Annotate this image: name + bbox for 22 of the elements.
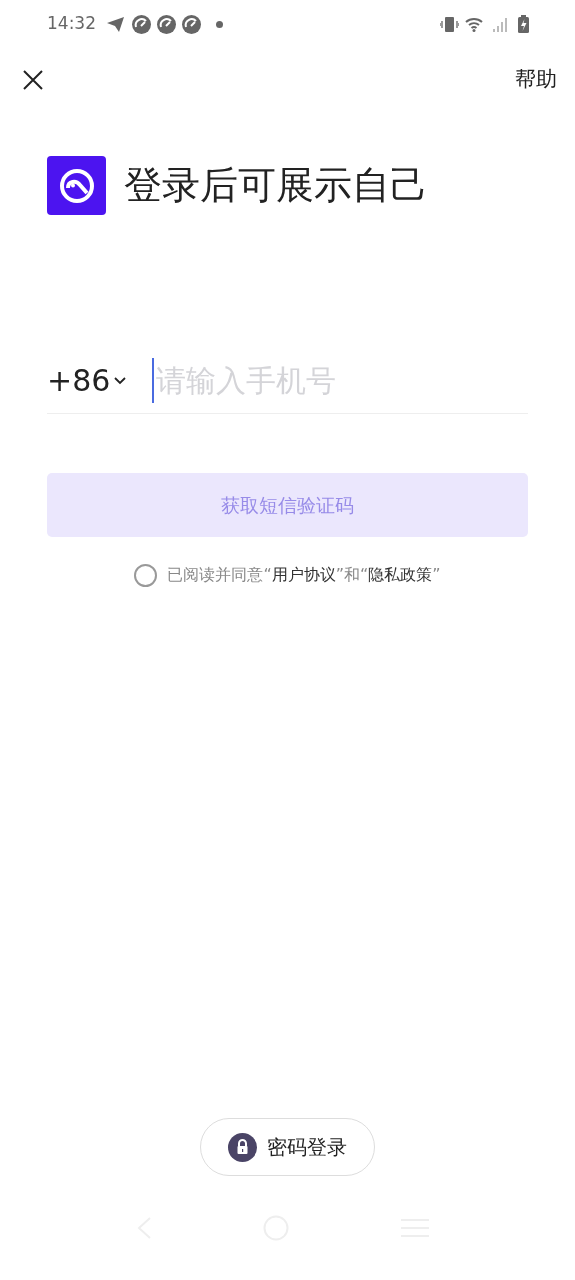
dot-icon	[216, 20, 223, 28]
vibrate-icon	[440, 16, 459, 32]
app-logo	[47, 156, 106, 215]
country-code-dropdown[interactable]: +86	[47, 358, 127, 403]
agreement-link[interactable]: 用户协议	[271, 565, 336, 584]
signal-icon	[493, 16, 509, 32]
page-title: 登录后可展示自己	[124, 162, 428, 209]
lock-icon	[228, 1132, 257, 1162]
password-login-button[interactable]: 密码登录	[200, 1118, 375, 1176]
send-icon	[107, 16, 124, 32]
battery-icon	[518, 15, 529, 33]
chevron-down-icon	[114, 376, 127, 385]
status-time: 14:32	[47, 12, 96, 36]
gauge-icon	[132, 14, 151, 34]
close-button[interactable]	[22, 69, 44, 91]
agreement-link[interactable]: 隐私政策	[368, 565, 433, 584]
agreement-text: 已阅读并同意“用户协议”和“隐私政策”	[167, 564, 441, 586]
gauge-icon	[157, 14, 176, 34]
agree-checkbox[interactable]	[134, 563, 158, 587]
gauge-icon	[182, 14, 201, 34]
wifi-icon	[465, 16, 483, 32]
help-link[interactable]: 帮助	[515, 64, 557, 96]
